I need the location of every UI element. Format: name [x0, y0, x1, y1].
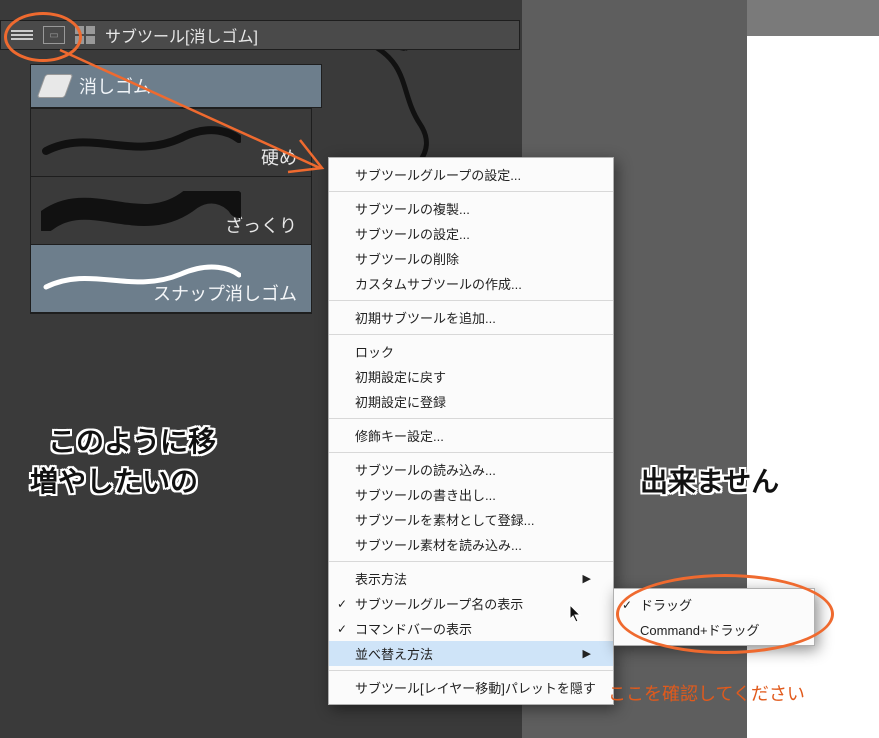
menu-label: 表示方法 — [355, 569, 407, 588]
subtool-label: 硬め — [261, 144, 297, 170]
menu-label: 初期設定に登録 — [355, 392, 446, 411]
check-icon: ✓ — [337, 597, 347, 611]
menu-label: ロック — [355, 342, 394, 361]
annotation-text-line2: 増やしたいの — [30, 460, 198, 500]
menu-reset-initial[interactable]: 初期設定に戻す — [329, 364, 613, 389]
menu-label: 修飾キー設定... — [355, 426, 444, 445]
menu-label: サブツールの設定... — [355, 224, 470, 243]
menu-sort-method[interactable]: 並べ替え方法 ▶ — [329, 641, 613, 666]
annotation-circle-topleft — [4, 12, 82, 62]
stroke-preview — [41, 123, 241, 163]
subtool-label: スナップ消しゴム — [153, 280, 297, 306]
subtool-panel: 硬め ざっくり スナップ消しゴム — [30, 108, 312, 314]
tool-tab-label: 消しゴム — [79, 73, 151, 99]
menu-delete[interactable]: サブツールの削除 — [329, 246, 613, 271]
subtool-item-snap[interactable]: スナップ消しゴム — [31, 245, 311, 313]
menu-label: サブツールの削除 — [355, 249, 459, 268]
menu-label: 初期設定に戻す — [355, 367, 446, 386]
menu-label: コマンドバーの表示 — [355, 619, 472, 638]
menu-register-material[interactable]: サブツールを素材として登録... — [329, 507, 613, 532]
subtool-item-rough[interactable]: ざっくり — [31, 177, 311, 245]
subtool-item-hard[interactable]: 硬め — [31, 109, 311, 177]
menu-modifier-key[interactable]: 修飾キー設定... — [329, 423, 613, 448]
menu-label: サブツールを素材として登録... — [355, 510, 534, 529]
menu-group-settings[interactable]: サブツールグループの設定... — [329, 162, 613, 187]
menu-label: サブツールの書き出し... — [355, 485, 496, 504]
menu-label: カスタムサブツールの作成... — [355, 274, 522, 293]
menu-import-material[interactable]: サブツール素材を読み込み... — [329, 532, 613, 557]
menu-label: サブツール[レイヤー移動]パレットを隠す — [355, 678, 596, 697]
palette-title: サブツール[消しゴム] — [105, 23, 258, 47]
menu-label: サブツール素材を読み込み... — [355, 535, 522, 554]
eraser-icon — [37, 74, 74, 98]
menu-duplicate[interactable]: サブツールの複製... — [329, 196, 613, 221]
menu-label: 並べ替え方法 — [355, 644, 433, 663]
menu-label: サブツールの読み込み... — [355, 460, 496, 479]
annotation-circle-submenu — [616, 574, 834, 654]
menu-hide-palette[interactable]: サブツール[レイヤー移動]パレットを隠す — [329, 675, 613, 700]
check-icon: ✓ — [337, 622, 347, 636]
subtool-label: ざっくり — [225, 212, 297, 238]
tool-tab-eraser[interactable]: 消しゴム — [30, 64, 322, 108]
annotation-confirm-text: ここを確認してください — [608, 680, 805, 706]
menu-display-mode[interactable]: 表示方法 ▶ — [329, 566, 613, 591]
annotation-text-right: 出来ません — [640, 460, 779, 500]
menu-export[interactable]: サブツールの書き出し... — [329, 482, 613, 507]
stroke-preview — [41, 191, 241, 231]
menu-create-custom[interactable]: カスタムサブツールの作成... — [329, 271, 613, 296]
menu-add-initial[interactable]: 初期サブツールを追加... — [329, 305, 613, 330]
menu-import[interactable]: サブツールの読み込み... — [329, 457, 613, 482]
submenu-arrow-icon: ▶ — [583, 572, 591, 585]
menu-register-initial[interactable]: 初期設定に登録 — [329, 389, 613, 414]
menu-lock[interactable]: ロック — [329, 339, 613, 364]
menu-label: サブツールの複製... — [355, 199, 470, 218]
menu-label: サブツールグループ名の表示 — [355, 594, 523, 613]
menu-settings[interactable]: サブツールの設定... — [329, 221, 613, 246]
submenu-arrow-icon: ▶ — [583, 647, 591, 660]
annotation-text-line1: このように移 — [48, 420, 216, 460]
cursor-icon — [569, 604, 583, 624]
menu-label: 初期サブツールを追加... — [355, 308, 496, 327]
menu-label: サブツールグループの設定... — [355, 165, 521, 184]
